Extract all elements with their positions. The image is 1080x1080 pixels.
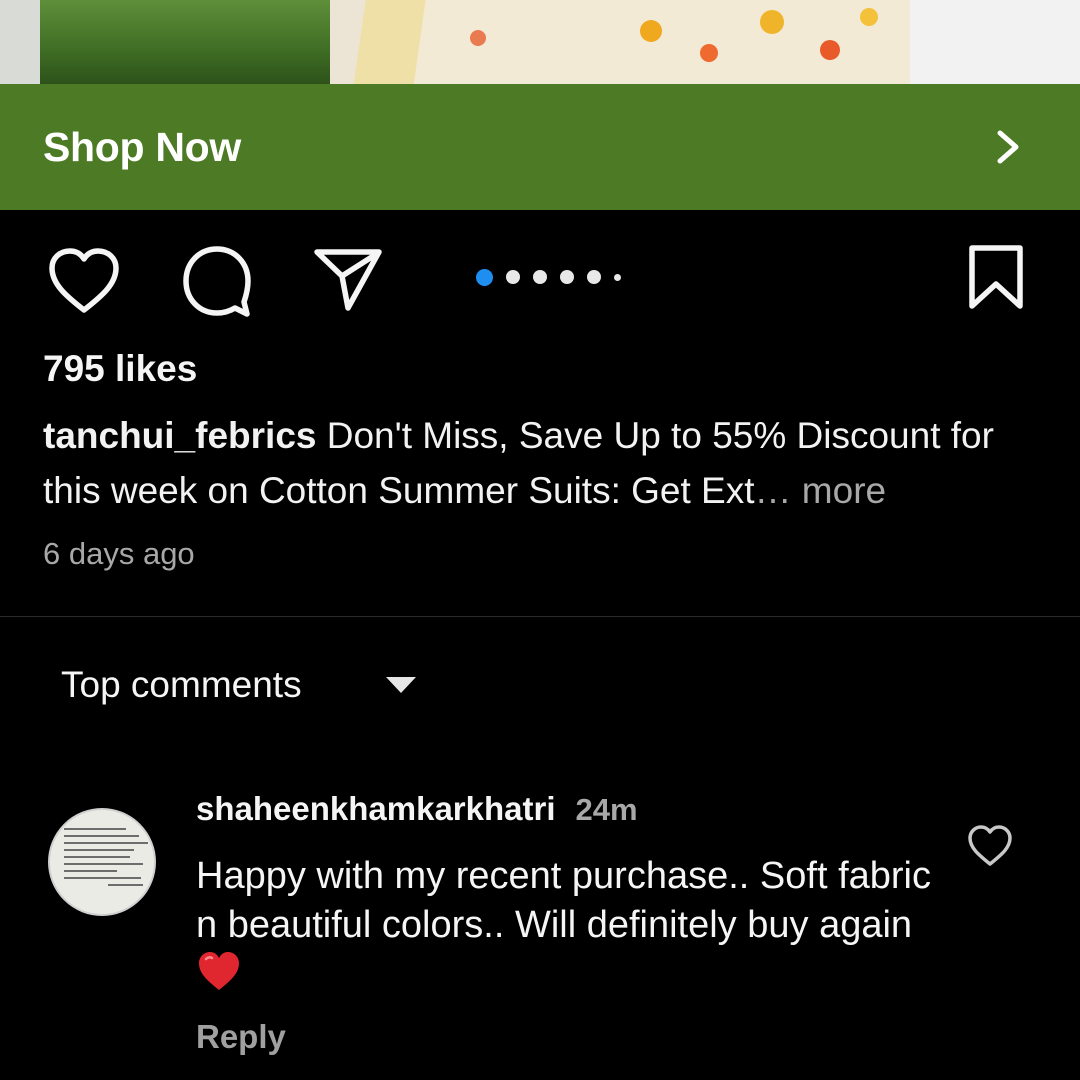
carousel-dot [506, 270, 520, 284]
post-timestamp: 6 days ago [43, 536, 195, 571]
flower-motif [700, 44, 718, 62]
shop-now-label: Shop Now [43, 123, 242, 170]
reply-button[interactable]: Reply [196, 1018, 286, 1056]
comment-body: Happy with my recent purchase.. Soft fab… [196, 852, 956, 999]
flower-motif [820, 40, 840, 60]
carousel-dot [533, 270, 547, 284]
red-heart-emoji [199, 952, 239, 990]
comment-header: shaheenkhamkarkhatri 24m [196, 790, 638, 828]
comment-time: 24m [575, 792, 638, 827]
carousel-dot [587, 270, 601, 284]
likes-count[interactable]: 795 likes [43, 348, 197, 390]
post-actions [0, 240, 1080, 320]
divider [0, 616, 1080, 617]
comment-sort-dropdown[interactable]: Top comments [61, 664, 416, 706]
comment-sort-label: Top comments [61, 664, 302, 705]
plant-pot-edge [0, 0, 40, 84]
more-link[interactable]: more [802, 470, 886, 511]
post-image[interactable] [0, 0, 1080, 84]
comment-username[interactable]: shaheenkhamkarkhatri [196, 790, 556, 828]
caption-ellipsis: … [754, 470, 802, 511]
post-caption: tanchui_febrics Don't Miss, Save Up to 5… [43, 408, 1043, 518]
flower-motif [760, 10, 784, 34]
caret-down-icon [385, 677, 416, 693]
shop-now-button[interactable]: Shop Now [0, 84, 1080, 210]
flower-motif [470, 30, 486, 46]
carousel-dot [614, 273, 621, 281]
avatar-image [64, 828, 152, 891]
carousel-indicator [476, 267, 621, 287]
background-wall [910, 0, 1080, 84]
send-paper-plane-icon[interactable] [312, 244, 384, 314]
plant-photo-area [0, 0, 330, 84]
carousel-dot [560, 270, 574, 284]
caption-username[interactable]: tanchui_febrics [43, 415, 316, 456]
avatar[interactable] [48, 808, 156, 916]
comment-text: Happy with my recent purchase.. Soft fab… [196, 855, 931, 946]
fabric-print [351, 0, 929, 84]
heart-outline-icon[interactable] [46, 246, 122, 316]
chevron-right-icon [997, 130, 1019, 164]
flower-motif [860, 8, 878, 26]
bookmark-outline-icon[interactable] [964, 242, 1028, 312]
comment-bubble-icon[interactable] [180, 244, 254, 318]
heart-outline-icon[interactable] [966, 824, 1014, 868]
flower-motif [640, 20, 662, 42]
carousel-dot-active [476, 268, 493, 286]
